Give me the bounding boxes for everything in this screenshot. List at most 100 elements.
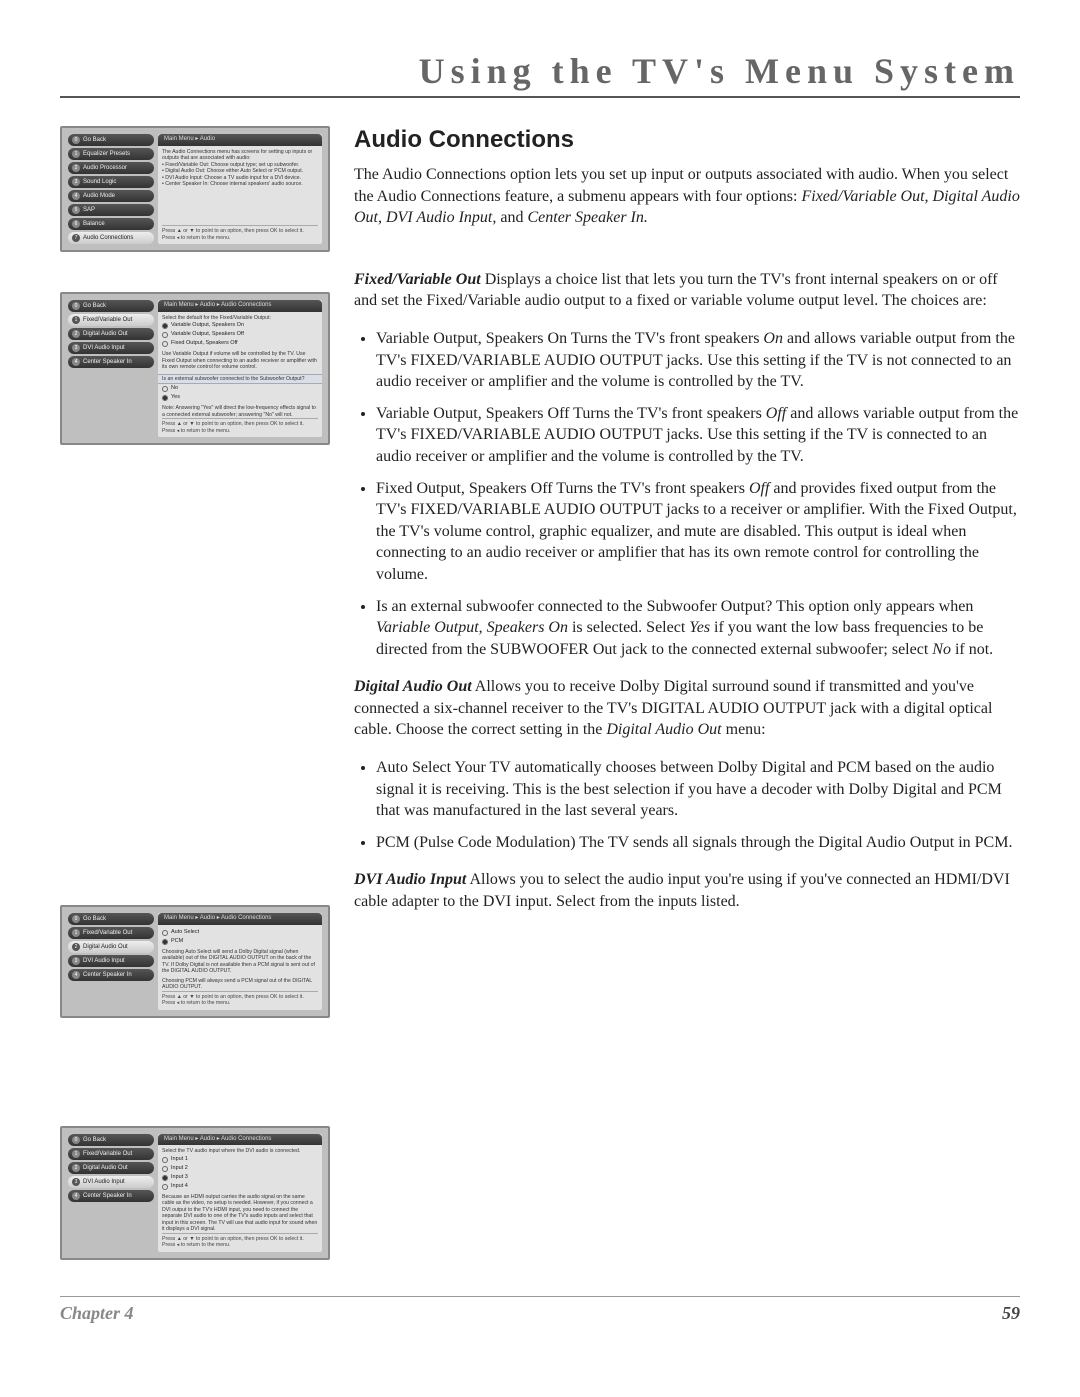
footer-page-number: 59 xyxy=(1002,1303,1020,1324)
radio-option[interactable]: Fixed Output, Speakers Off xyxy=(162,340,318,347)
radio-icon xyxy=(162,341,168,347)
list-item: Auto Select Your TV automatically choose… xyxy=(376,757,1020,822)
fvo-paragraph: Fixed/Variable Out Displays a choice lis… xyxy=(354,269,1020,312)
menu-item-label: Digital Audio Out xyxy=(83,331,128,337)
menu-item[interactable]: 0Go Back xyxy=(68,134,154,146)
radio-option[interactable]: Input 2 xyxy=(162,1165,318,1172)
subhead: Digital Audio Out xyxy=(354,678,472,695)
radio-icon xyxy=(162,1184,168,1190)
intro-paragraph: The Audio Connections option lets you se… xyxy=(354,164,1020,229)
radio-label: Input 1 xyxy=(171,1156,188,1163)
option-name: Variable Output, Speakers On xyxy=(376,330,567,347)
menu-item[interactable]: 1Fixed/Variable Out xyxy=(68,927,154,939)
menu-item[interactable]: 2Digital Audio Out xyxy=(68,328,154,340)
menu-item[interactable]: 1Equalizer Presets xyxy=(68,148,154,160)
radio-label: Input 2 xyxy=(171,1165,188,1172)
menu-item-label: DVI Audio Input xyxy=(83,958,125,964)
menu-item[interactable]: 0Go Back xyxy=(68,913,154,925)
radio-icon xyxy=(162,1157,168,1163)
option-name: Auto Select xyxy=(376,759,451,776)
menu-item[interactable]: 2Digital Audio Out xyxy=(68,1162,154,1174)
radio-option[interactable]: Input 1 xyxy=(162,1156,318,1163)
page-footer: Chapter 4 59 xyxy=(60,1296,1020,1324)
panel-note: Use Variable Output if volume will be co… xyxy=(162,351,318,371)
radio-label: Yes xyxy=(171,394,180,401)
menu-item[interactable]: 0Go Back xyxy=(68,1134,154,1146)
option-question: Is an external subwoofer connected to th… xyxy=(376,598,772,615)
text-italic: No xyxy=(932,641,951,658)
subhead: DVI Audio Input xyxy=(354,871,466,888)
text-column: Audio Connections The Audio Connections … xyxy=(354,126,1020,1260)
menu-detail-panel: Main Menu ▸ Audio ▸ Audio Connections Aut… xyxy=(158,913,322,1010)
menu-item-number: 4 xyxy=(72,192,80,200)
menu-item-label: Equalizer Presets xyxy=(83,151,130,157)
menu-item[interactable]: 0Go Back xyxy=(68,300,154,312)
menu-item[interactable]: 4Center Speaker In xyxy=(68,1190,154,1202)
content-columns: 0Go Back1Equalizer Presets2Audio Process… xyxy=(60,126,1020,1260)
panel-note: Because an HDMI output carries the audio… xyxy=(162,1194,318,1233)
menu-item[interactable]: 7Audio Connections xyxy=(68,232,154,244)
radio-label: Input 4 xyxy=(171,1183,188,1190)
radio-option[interactable]: Input 4 xyxy=(162,1183,318,1190)
fvo-list: Variable Output, Speakers On Turns the T… xyxy=(376,328,1020,660)
menu-item-number: 1 xyxy=(72,929,80,937)
menu-item[interactable]: 3DVI Audio Input xyxy=(68,342,154,354)
text-italic: Center Speaker In. xyxy=(527,209,647,226)
menu-item-number: 0 xyxy=(72,302,80,310)
panel-heading: Select the TV audio input where the DVI … xyxy=(162,1148,318,1155)
spacer xyxy=(60,485,330,865)
page: Using the TV's Menu System 0Go Back1Equa… xyxy=(0,0,1080,1354)
menu-item[interactable]: 1Fixed/Variable Out xyxy=(68,1148,154,1160)
breadcrumb: Main Menu ▸ Audio xyxy=(158,134,322,146)
radio-icon xyxy=(162,930,168,936)
menu-item[interactable]: 2Audio Processor xyxy=(68,162,154,174)
menu-item-number: 6 xyxy=(72,220,80,228)
radio-icon xyxy=(162,395,168,401)
radio-option[interactable]: Yes xyxy=(162,394,318,401)
panel-question: Is an external subwoofer connected to th… xyxy=(158,374,322,385)
radio-option[interactable]: Input 3 xyxy=(162,1174,318,1181)
radio-option[interactable]: No xyxy=(162,385,318,392)
menu-item-label: SAP xyxy=(83,207,95,213)
menu-detail-panel: Main Menu ▸ AudioThe Audio Connections m… xyxy=(158,134,322,244)
list-item: Variable Output, Speakers On Turns the T… xyxy=(376,328,1020,393)
text-italic: Off xyxy=(766,405,786,422)
radio-option[interactable]: Auto Select xyxy=(162,929,318,936)
menu-item-number: 7 xyxy=(72,234,80,242)
menu-item-number: 3 xyxy=(72,1178,80,1186)
screenshot-dvi-audio-input: 0Go Back 1Fixed/Variable Out 2Digital Audi… xyxy=(60,1126,330,1260)
menu-item-label: Go Back xyxy=(83,916,106,922)
radio-option[interactable]: PCM xyxy=(162,938,318,945)
radio-icon xyxy=(162,386,168,392)
radio-option[interactable]: Variable Output, Speakers On xyxy=(162,322,318,329)
breadcrumb: Main Menu ▸ Audio ▸ Audio Connections xyxy=(158,913,322,925)
menu-item-label: Audio Mode xyxy=(83,193,115,199)
screenshots-column: 0Go Back1Equalizer Presets2Audio Process… xyxy=(60,126,330,1260)
menu-item[interactable]: 3DVI Audio Input xyxy=(68,1176,154,1188)
menu-item-number: 1 xyxy=(72,316,80,324)
menu-item-number: 2 xyxy=(72,330,80,338)
dao-paragraph: Digital Audio Out Allows you to receive … xyxy=(354,676,1020,741)
menu-item-label: DVI Audio Input xyxy=(83,345,125,351)
menu-item[interactable]: 1Fixed/Variable Out xyxy=(68,314,154,326)
menu-item-number: 2 xyxy=(72,164,80,172)
menu-item-number: 1 xyxy=(72,150,80,158)
menu-item[interactable]: 4Audio Mode xyxy=(68,190,154,202)
menu-detail-panel: Main Menu ▸ Audio ▸ Audio ConnectionsSel… xyxy=(158,300,322,437)
text-italic: Digital Audio Out xyxy=(606,721,721,738)
menu-item[interactable]: 4Center Speaker In xyxy=(68,969,154,981)
panel-note: Choosing PCM will always send a PCM sign… xyxy=(162,978,318,991)
list-item: Variable Output, Speakers Off Turns the … xyxy=(376,403,1020,468)
radio-option[interactable]: Variable Output, Speakers Off xyxy=(162,331,318,338)
menu-item-number: 3 xyxy=(72,344,80,352)
menu-item[interactable]: 4Center Speaker In xyxy=(68,356,154,368)
footer-chapter: Chapter 4 xyxy=(60,1303,134,1324)
menu-item[interactable]: 2Digital Audio Out xyxy=(68,941,154,953)
menu-item[interactable]: 3DVI Audio Input xyxy=(68,955,154,967)
menu-item[interactable]: 6Balance xyxy=(68,218,154,230)
text: Turns the TV's front speakers xyxy=(567,330,763,347)
breadcrumb: Main Menu ▸ Audio ▸ Audio Connections xyxy=(158,1134,322,1146)
screenshot-audio-menu: 0Go Back 1Equalizer Presets 2Audio Process… xyxy=(60,126,330,252)
menu-item[interactable]: 5SAP xyxy=(68,204,154,216)
menu-item[interactable]: 3Sound Logic xyxy=(68,176,154,188)
